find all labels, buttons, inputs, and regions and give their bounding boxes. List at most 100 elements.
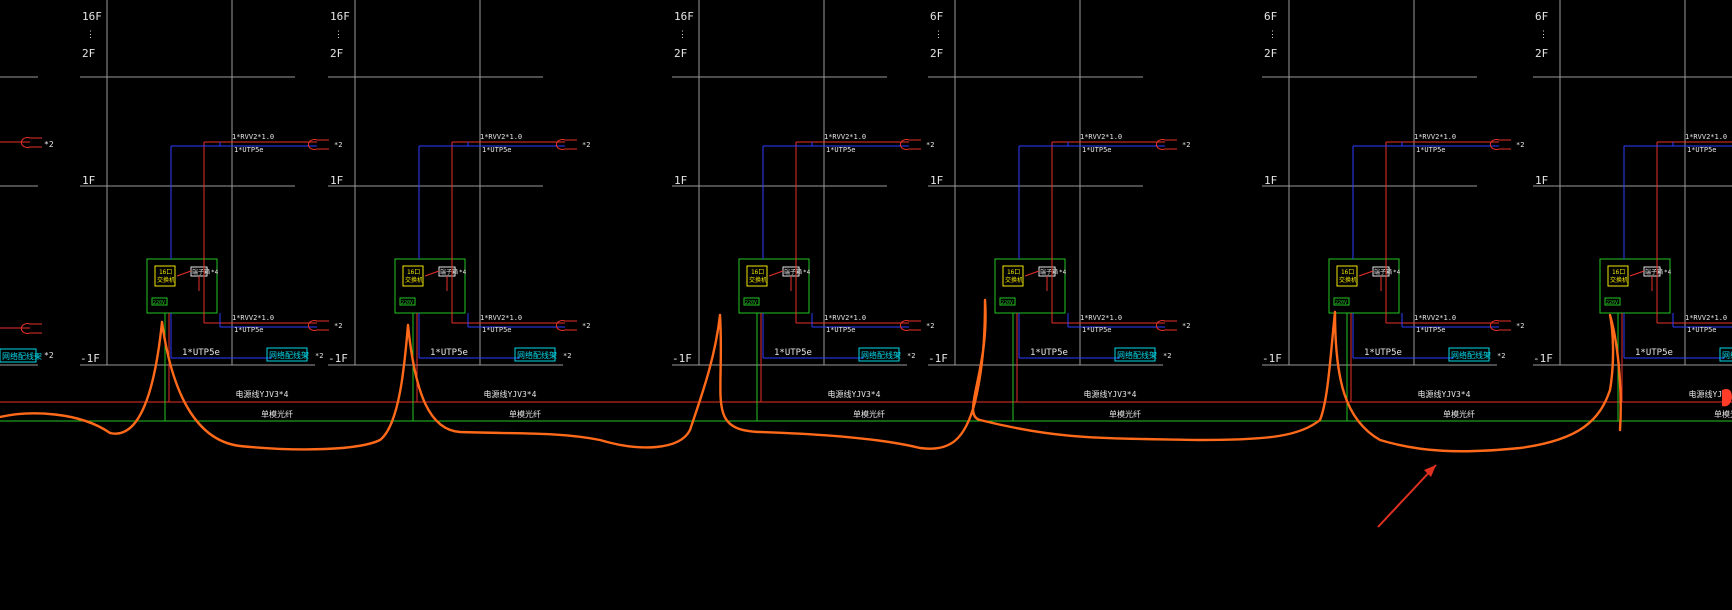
power-cable-label: 电源线YJV3*4 [484, 389, 537, 399]
rvv-cable-label: 1*RVV2*1.0 [1414, 314, 1456, 322]
power-tag-label: 220V [401, 300, 413, 306]
times-two-label: *2 [334, 141, 342, 149]
terminal-count-label: *4 [803, 269, 811, 276]
utp-cable-label: 1*UTP5e [482, 146, 512, 154]
power-tag-label: 220V [153, 300, 165, 306]
network-panel-label: 网络配线架 [1117, 350, 1157, 360]
fiber-cable-label: 单模光纤 [1714, 409, 1732, 419]
rvv-cable-label: 1*RVV2*1.0 [1080, 133, 1122, 141]
floor-ellipsis: ⋮ [334, 30, 343, 40]
network-panel-label: 网络配线架 [1722, 350, 1732, 360]
utp-cable-label: 1*UTP5e [234, 146, 264, 154]
times-two-label: *2 [926, 141, 934, 149]
floor-label-top: 6F [1535, 10, 1548, 23]
floor-label-2f: 2F [1264, 47, 1277, 60]
utp-cable-label: 1*UTP5e [1687, 146, 1717, 154]
rvv-cable-label: 1*RVV2*1.0 [824, 314, 866, 322]
floor-label-1f: 1F [82, 174, 95, 187]
wiring-diagram-canvas: *2*2网络配线架 16F⋮2F1F-1F16口交换机端子箱 *4220V1*RV… [0, 0, 1732, 610]
floor-label-base: -1F [928, 352, 948, 365]
utp-cable-label: 1*UTP5e [234, 326, 264, 334]
switch-box-label-2: 交换机 [1005, 276, 1023, 284]
fiber-cable-label: 单模光纤 [1443, 409, 1475, 419]
floor-ellipsis: ⋮ [678, 30, 687, 40]
fiber-cable-label: 单模光纤 [1109, 409, 1141, 419]
switch-box-label: 16口 [1612, 269, 1625, 276]
rvv-cable-label: 1*RVV2*1.0 [232, 314, 274, 322]
times-two-label: *2 [563, 352, 571, 360]
floor-label-1f: 1F [1535, 174, 1548, 187]
switch-box-label-2: 交换机 [1339, 276, 1357, 284]
power-tag-label: 220V [1606, 300, 1618, 306]
terminal-count-label: *4 [211, 269, 219, 276]
power-tag-label: 220V [1335, 300, 1347, 306]
floor-label-2f: 2F [930, 47, 943, 60]
terminal-box-label: 端子箱 [784, 268, 802, 276]
terminal-count-label: *4 [459, 269, 467, 276]
network-panel-label: 网络配线架 [269, 350, 309, 360]
rvv-cable-label: 1*RVV2*1.0 [232, 133, 274, 141]
floor-label-1f: 1F [330, 174, 343, 187]
network-panel-label: 网络配线架 [2, 351, 42, 361]
rvv-cable-label: 1*RVV2*1.0 [1080, 314, 1122, 322]
floor-label-base: -1F [328, 352, 348, 365]
terminal-count-label: *4 [1059, 269, 1067, 276]
rvv-cable-label: 1*RVV2*1.0 [1685, 314, 1727, 322]
power-tag-label: 220V [1001, 300, 1013, 306]
network-panel-label: 网络配线架 [517, 350, 557, 360]
floor-label-2f: 2F [674, 47, 687, 60]
utp-main-label: 1*UTP5e [430, 348, 468, 358]
floor-label-top: 6F [1264, 10, 1277, 23]
times-two-label: *2 [1163, 352, 1171, 360]
switch-box-label-2: 交换机 [405, 276, 423, 284]
times-two-label: *2 [1182, 322, 1190, 330]
utp-main-label: 1*UTP5e [774, 348, 812, 358]
power-cable-label: 电源线YJV3*4 [1418, 389, 1471, 399]
switch-box-label: 16口 [407, 269, 420, 276]
rvv-cable-label: 1*RVV2*1.0 [1685, 133, 1727, 141]
rvv-cable-label: 1*RVV2*1.0 [1414, 133, 1456, 141]
utp-cable-label: 1*UTP5e [826, 146, 856, 154]
floor-label-1f: 1F [674, 174, 687, 187]
floor-label-2f: 2F [1535, 47, 1548, 60]
floor-ellipsis: ⋮ [86, 30, 95, 40]
floor-label-base: -1F [80, 352, 100, 365]
switch-box-label-2: 交换机 [749, 276, 767, 284]
switch-box-label: 16口 [1341, 269, 1354, 276]
terminal-box-label: 端子箱 [1040, 268, 1058, 276]
switch-box-label-2: 交换机 [157, 276, 175, 284]
utp-main-label: 1*UTP5e [1030, 348, 1068, 358]
fiber-cable-label: 单模光纤 [261, 409, 293, 419]
times-two-label: *2 [44, 351, 54, 360]
times-two-label: *2 [1516, 141, 1524, 149]
terminal-box-label: 端子箱 [1374, 268, 1392, 276]
switch-box-label-2: 交换机 [1610, 276, 1628, 284]
times-two-label: *2 [582, 322, 590, 330]
floor-label-top: 16F [674, 10, 694, 23]
times-two-label: *2 [907, 352, 915, 360]
floor-label-base: -1F [672, 352, 692, 365]
power-cable-label: 电源线YJV3*4 [828, 389, 881, 399]
utp-main-label: 1*UTP5e [1364, 348, 1402, 358]
floor-ellipsis: ⋮ [934, 30, 943, 40]
utp-cable-label: 1*UTP5e [1082, 326, 1112, 334]
power-tag-label: 220V [745, 300, 757, 306]
utp-cable-label: 1*UTP5e [1416, 326, 1446, 334]
background [0, 0, 1732, 610]
terminal-count-label: *4 [1393, 269, 1401, 276]
terminal-count-label: *4 [1664, 269, 1672, 276]
terminal-box-label: 端子箱 [440, 268, 458, 276]
network-panel-label: 网络配线架 [1451, 350, 1491, 360]
rvv-cable-label: 1*RVV2*1.0 [480, 133, 522, 141]
floor-label-top: 16F [330, 10, 350, 23]
floor-label-top: 6F [930, 10, 943, 23]
times-two-label: *2 [582, 141, 590, 149]
floor-label-top: 16F [82, 10, 102, 23]
utp-cable-label: 1*UTP5e [482, 326, 512, 334]
switch-box-label: 16口 [159, 269, 172, 276]
terminal-box-label: 端子箱 [192, 268, 210, 276]
times-two-label: *2 [1516, 322, 1524, 330]
utp-cable-label: 1*UTP5e [1687, 326, 1717, 334]
floor-label-1f: 1F [930, 174, 943, 187]
fiber-cable-label: 单模光纤 [509, 409, 541, 419]
